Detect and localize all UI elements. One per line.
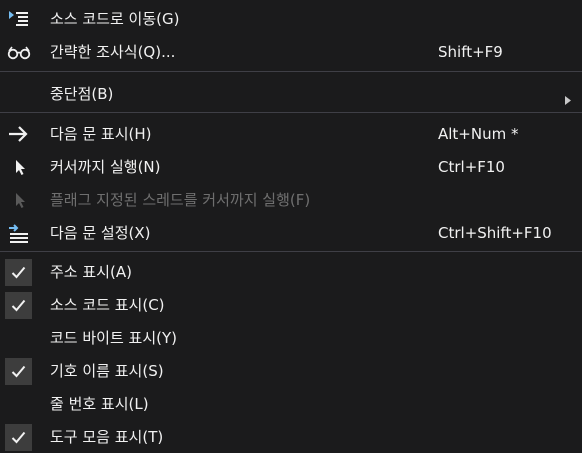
menu-item-label: 다음 문 표시(H) (50, 125, 152, 143)
checkmark-icon (5, 424, 32, 451)
menu-item-show-next-statement[interactable]: 다음 문 표시(H) Alt+Num * (0, 118, 582, 150)
menu-item-label: 중단점(B) (50, 85, 114, 103)
menu-item-label: 다음 문 설정(X) (50, 224, 151, 242)
menu-item-label: 도구 모음 표시(T) (50, 428, 164, 446)
menu-item-go-to-source[interactable]: 소스 코드로 이동(G) (0, 3, 582, 35)
menu-item-label: 간략한 조사식(Q)... (50, 43, 176, 61)
menu-separator (0, 112, 582, 113)
checkmark-icon (5, 259, 32, 286)
menu-separator (0, 251, 582, 252)
menu-item-label: 플래그 지정된 스레드를 커서까지 실행(F) (50, 191, 311, 209)
checkmark-icon (5, 358, 32, 385)
menu-item-run-to-cursor[interactable]: 커서까지 실행(N) Ctrl+F10 (0, 151, 582, 183)
shortcut-text: Alt+Num * (438, 125, 519, 143)
goto-source-icon (6, 7, 32, 31)
menu-item-show-toolbar[interactable]: 도구 모음 표시(T) (0, 421, 582, 453)
menu-separator (0, 71, 582, 72)
cursor-icon (6, 188, 32, 212)
menu-item-show-source-code[interactable]: 소스 코드 표시(C) (0, 289, 582, 321)
menu-item-label: 커서까지 실행(N) (50, 158, 161, 176)
context-menu: 소스 코드로 이동(G) 간략한 조사식(Q)... Shift+F9 중단점(… (0, 0, 582, 453)
menu-item-label: 기호 이름 표시(S) (50, 362, 164, 380)
submenu-arrow-icon (565, 90, 571, 109)
menu-item-show-line-numbers[interactable]: 줄 번호 표시(L) (0, 388, 582, 420)
cursor-icon (6, 155, 32, 179)
menu-item-label: 소스 코드로 이동(G) (50, 10, 180, 28)
menu-item-show-symbol-names[interactable]: 기호 이름 표시(S) (0, 355, 582, 387)
shortcut-text: Shift+F9 (438, 43, 503, 61)
glasses-icon (6, 40, 32, 64)
menu-item-label: 주소 표시(A) (50, 263, 132, 281)
menu-item-label: 코드 바이트 표시(Y) (50, 329, 178, 347)
menu-item-show-address[interactable]: 주소 표시(A) (0, 256, 582, 288)
shortcut-text: Ctrl+Shift+F10 (438, 224, 552, 242)
set-next-statement-icon (6, 221, 32, 245)
menu-item-label: 소스 코드 표시(C) (50, 296, 165, 314)
checkmark-icon (5, 292, 32, 319)
menu-item-show-code-bytes[interactable]: 코드 바이트 표시(Y) (0, 322, 582, 354)
menu-item-run-flagged-threads-to-cursor: 플래그 지정된 스레드를 커서까지 실행(F) (0, 184, 582, 216)
shortcut-text: Ctrl+F10 (438, 158, 505, 176)
menu-item-label: 줄 번호 표시(L) (50, 395, 149, 413)
menu-item-set-next-statement[interactable]: 다음 문 설정(X) Ctrl+Shift+F10 (0, 217, 582, 249)
menu-item-quick-watch[interactable]: 간략한 조사식(Q)... Shift+F9 (0, 36, 582, 68)
menu-item-breakpoints[interactable]: 중단점(B) (0, 78, 582, 110)
arrow-right-icon (6, 122, 32, 146)
